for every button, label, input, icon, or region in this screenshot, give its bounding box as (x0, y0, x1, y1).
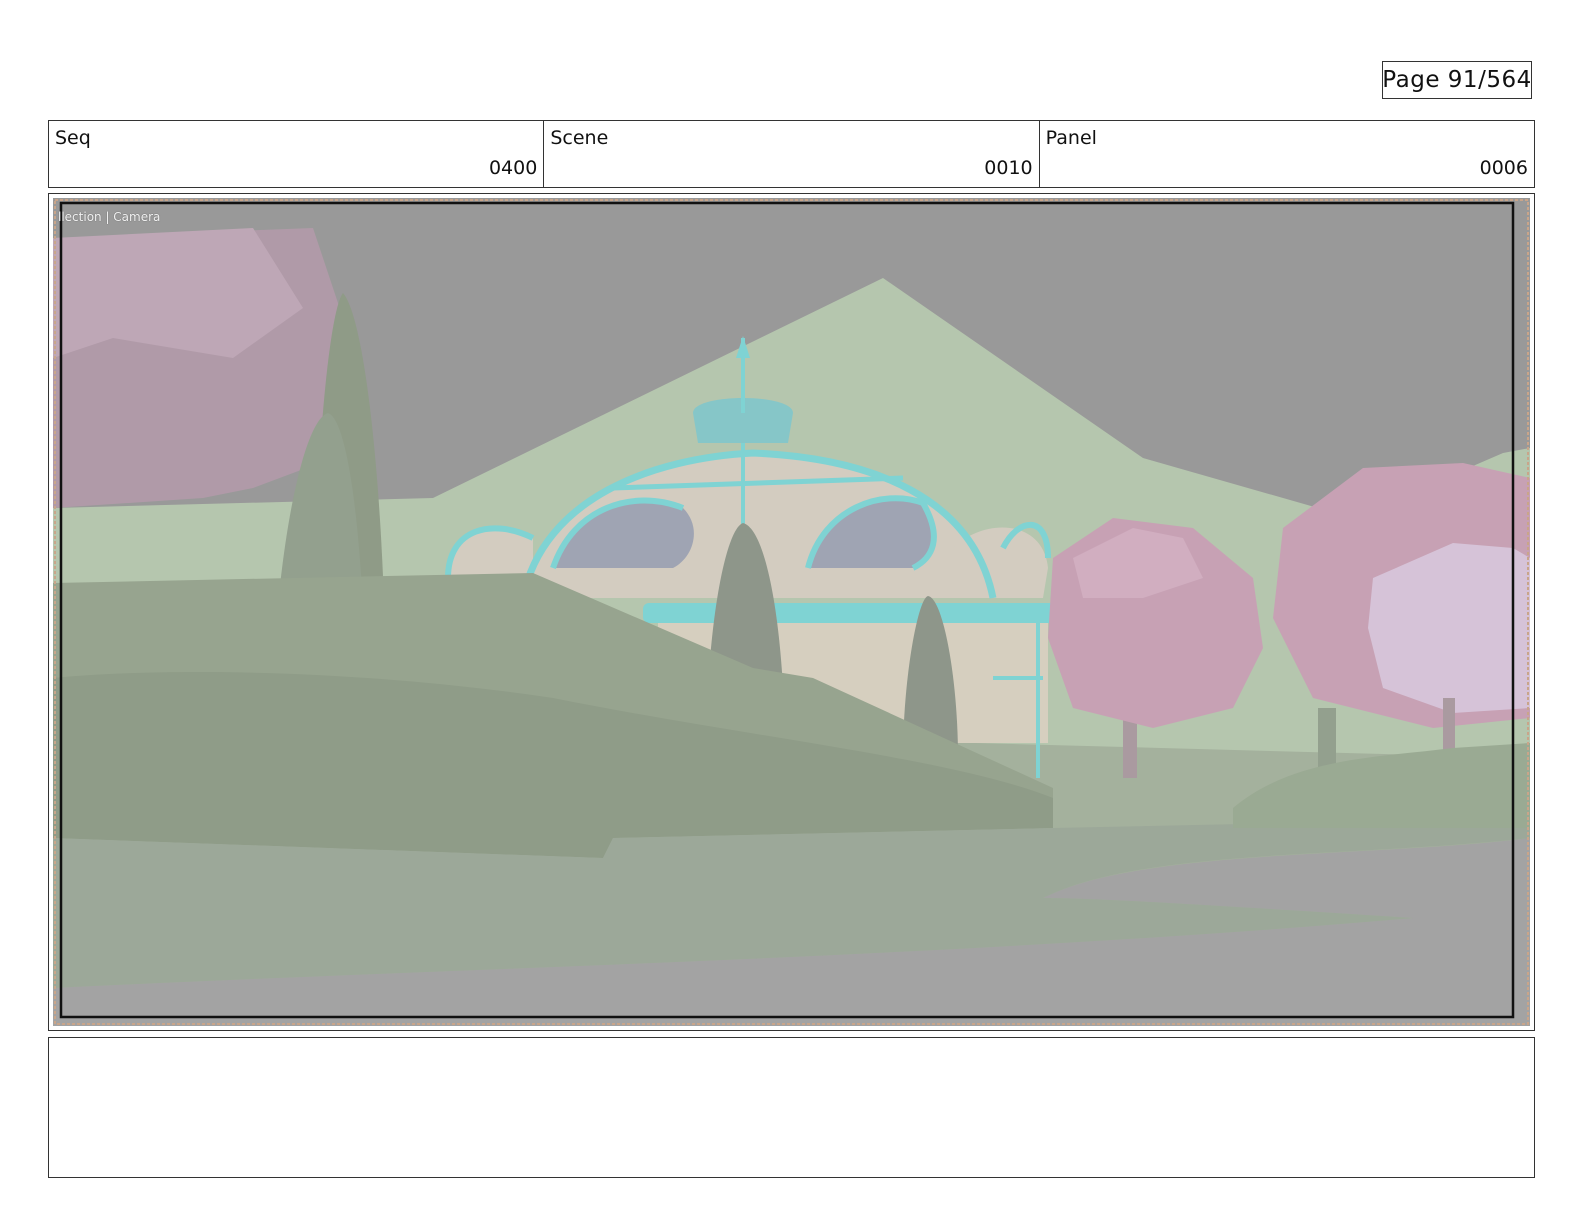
viewport-overlay-label: llection | Camera (58, 210, 161, 224)
camera-viewport: llection | Camera (53, 198, 1530, 1026)
scene-illustration (53, 198, 1530, 1026)
scene-cell: Scene 0010 (544, 121, 1040, 187)
seq-value: 0400 (488, 157, 538, 179)
scene-label: Scene (550, 127, 609, 149)
scene-value: 0010 (984, 157, 1033, 179)
panel-value: 0006 (1479, 157, 1528, 179)
page-count: 91/564 (1447, 67, 1532, 93)
page-number: Page 91/564 (1382, 61, 1532, 99)
panel-cell: Panel 0006 (1040, 121, 1534, 187)
notes-box[interactable] (48, 1037, 1535, 1178)
seq-cell: Seq 0400 (49, 121, 545, 187)
panel-header: Seq 0400 Scene 0010 Panel 0006 (48, 120, 1535, 188)
page-label: Page (1382, 67, 1440, 93)
storyboard-frame: llection | Camera (48, 193, 1535, 1031)
panel-label: Panel (1045, 127, 1097, 149)
seq-label: Seq (55, 127, 91, 149)
